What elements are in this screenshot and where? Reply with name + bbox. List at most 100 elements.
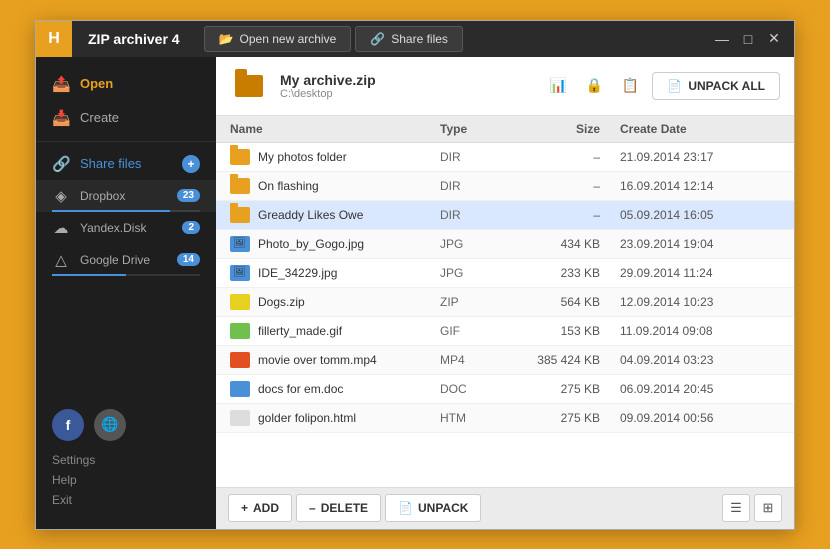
window-controls: — □ ✕ (712, 30, 794, 47)
archive-name: My archive.zip (280, 72, 532, 88)
unpack-all-button[interactable]: 📄 UNPACK ALL (652, 72, 780, 100)
facebook-icon[interactable]: f (52, 409, 84, 441)
mp4-icon (230, 352, 250, 368)
table-row[interactable]: docs for em.doc DOC 275 KB 06.09.2014 20… (216, 375, 794, 404)
zip-icon (230, 294, 250, 310)
file-date: 05.09.2014 16:05 (620, 208, 780, 222)
lock-icon[interactable]: 🔒 (580, 72, 608, 100)
table-row[interactable]: IDE_34229.jpg JPG 233 KB 29.09.2014 11:2… (216, 259, 794, 288)
col-date: Create Date (620, 122, 780, 136)
file-name-cell: IDE_34229.jpg (230, 264, 440, 282)
file-type-icon (230, 148, 250, 166)
sidebar-divider-1 (36, 141, 216, 142)
file-type-icon (230, 409, 250, 427)
img-icon (230, 265, 250, 281)
sidebar-item-google[interactable]: △ Google Drive 14 (36, 244, 216, 276)
minimize-button[interactable]: — (712, 31, 732, 47)
sidebar-item-yandex[interactable]: ☁ Yandex.Disk 2 (36, 212, 216, 244)
file-date: 12.09.2014 10:23 (620, 295, 780, 309)
minus-icon: – (309, 501, 316, 515)
col-name: Name (230, 122, 440, 136)
google-badge: 14 (177, 253, 200, 266)
table-row[interactable]: golder folipon.html HTM 275 KB 09.09.201… (216, 404, 794, 433)
sidebar-item-create[interactable]: 📥 Create (36, 101, 216, 135)
file-name: Greaddy Likes Owe (258, 208, 363, 222)
file-type-icon (230, 351, 250, 369)
sidebar-item-share-files[interactable]: 🔗 Share files + (36, 148, 216, 180)
file-date: 21.09.2014 23:17 (620, 150, 780, 164)
unpack-small-icon: 📄 (398, 501, 413, 515)
file-list-body[interactable]: My photos folder DIR – 21.09.2014 23:17 … (216, 143, 794, 487)
archive-path: C:\desktop (280, 88, 532, 100)
file-type: HTM (440, 411, 520, 425)
file-size: 434 KB (520, 237, 620, 251)
file-date: 23.09.2014 19:04 (620, 237, 780, 251)
plus-icon: + (241, 501, 248, 515)
dir-icon (230, 207, 250, 223)
maximize-button[interactable]: □ (738, 31, 758, 47)
app-logo: H (36, 21, 72, 57)
file-name: fillerty_made.gif (258, 324, 342, 338)
file-name-cell: Dogs.zip (230, 293, 440, 311)
archive-header: My archive.zip C:\desktop 📊 🔒 📋 📄 UNPACK… (216, 57, 794, 116)
main-window: H ZIP archiver 4 📂 Open new archive 🔗 Sh… (35, 20, 795, 530)
table-row[interactable]: movie over tomm.mp4 MP4 385 424 KB 04.09… (216, 346, 794, 375)
google-drive-icon: △ (52, 251, 70, 269)
website-icon[interactable]: 🌐 (94, 409, 126, 441)
file-size: – (520, 208, 620, 222)
google-progress (52, 274, 200, 276)
file-date: 29.09.2014 11:24 (620, 266, 780, 280)
info-icon[interactable]: 📋 (616, 72, 644, 100)
close-button[interactable]: ✕ (764, 30, 784, 47)
sidebar-item-open[interactable]: 📤 Open (36, 67, 216, 101)
file-name: Photo_by_Gogo.jpg (258, 237, 364, 251)
sidebar-item-dropbox[interactable]: ◈ Dropbox 23 (36, 180, 216, 212)
file-name-cell: golder folipon.html (230, 409, 440, 427)
unpack-button[interactable]: 📄 UNPACK (385, 494, 481, 522)
file-name-cell: movie over tomm.mp4 (230, 351, 440, 369)
file-name: On flashing (258, 179, 319, 193)
exit-link[interactable]: Exit (52, 493, 200, 507)
file-list-header: Name Type Size Create Date (216, 116, 794, 143)
file-size: 275 KB (520, 382, 620, 396)
stats-icon[interactable]: 📊 (544, 72, 572, 100)
file-size: 153 KB (520, 324, 620, 338)
file-type: DOC (440, 382, 520, 396)
table-row[interactable]: Photo_by_Gogo.jpg JPG 434 KB 23.09.2014 … (216, 230, 794, 259)
bottom-toolbar: + ADD – DELETE 📄 UNPACK ☰ ⊞ (216, 487, 794, 529)
dir-icon (230, 178, 250, 194)
file-size: 385 424 KB (520, 353, 620, 367)
file-type: DIR (440, 208, 520, 222)
file-name: movie over tomm.mp4 (258, 353, 377, 367)
table-row[interactable]: Greaddy Likes Owe DIR – 05.09.2014 16:05 (216, 201, 794, 230)
file-type-icon (230, 293, 250, 311)
file-type: ZIP (440, 295, 520, 309)
table-row[interactable]: My photos folder DIR – 21.09.2014 23:17 (216, 143, 794, 172)
sidebar: 📤 Open 📥 Create 🔗 Share files + ◈ Dropbo… (36, 57, 216, 529)
folder-shape (235, 75, 263, 97)
delete-button[interactable]: – DELETE (296, 494, 381, 522)
share-files-button[interactable]: 🔗 Share files (355, 26, 463, 52)
unpack-icon: 📄 (667, 79, 682, 93)
file-type-icon (230, 206, 250, 224)
open-archive-button[interactable]: 📂 Open new archive (204, 26, 352, 52)
add-share-button[interactable]: + (182, 155, 200, 173)
file-type: MP4 (440, 353, 520, 367)
file-size: – (520, 150, 620, 164)
file-type-icon (230, 380, 250, 398)
main-content: 📤 Open 📥 Create 🔗 Share files + ◈ Dropbo… (36, 57, 794, 529)
settings-link[interactable]: Settings (52, 453, 200, 467)
help-link[interactable]: Help (52, 473, 200, 487)
table-row[interactable]: On flashing DIR – 16.09.2014 12:14 (216, 172, 794, 201)
list-view-button[interactable]: ☰ (722, 494, 750, 522)
archive-tools: 📊 🔒 📋 📄 UNPACK ALL (544, 72, 780, 100)
add-button[interactable]: + ADD (228, 494, 292, 522)
grid-view-button[interactable]: ⊞ (754, 494, 782, 522)
file-type: DIR (440, 150, 520, 164)
file-date: 06.09.2014 20:45 (620, 382, 780, 396)
table-row[interactable]: Dogs.zip ZIP 564 KB 12.09.2014 10:23 (216, 288, 794, 317)
table-row[interactable]: fillerty_made.gif GIF 153 KB 11.09.2014 … (216, 317, 794, 346)
doc-icon (230, 381, 250, 397)
file-name: Dogs.zip (258, 295, 305, 309)
yandex-badge: 2 (182, 221, 200, 234)
